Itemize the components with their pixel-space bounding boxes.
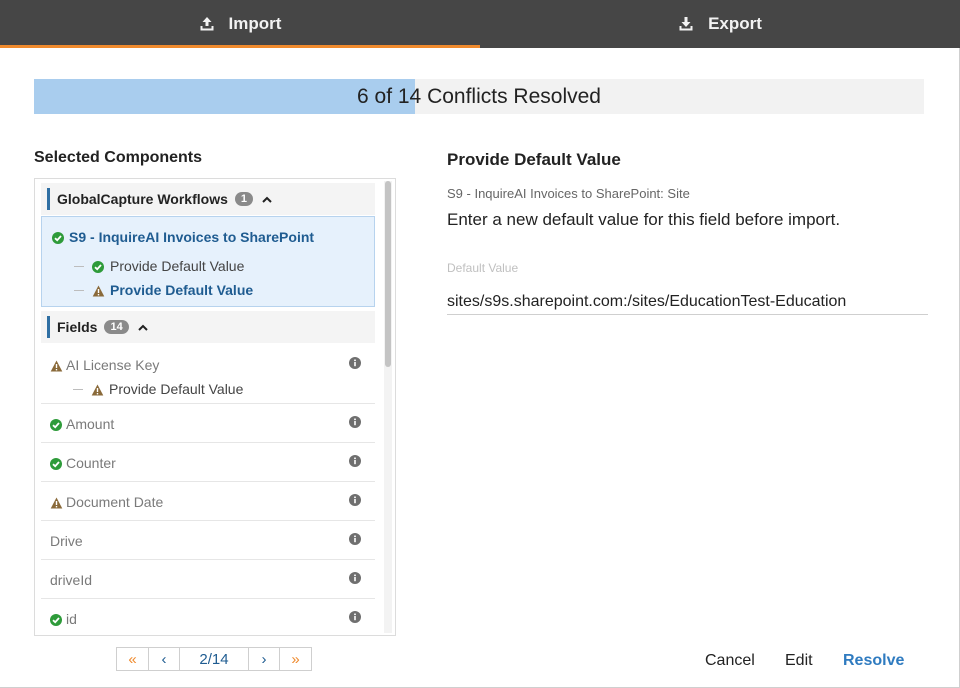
group-label: GlobalCapture Workflows <box>57 191 228 207</box>
count-badge: 1 <box>234 192 253 206</box>
tab-export[interactable]: Export <box>480 0 960 48</box>
default-value-input[interactable] <box>447 290 928 315</box>
field-row-id[interactable]: id <box>41 599 375 635</box>
warning-icon <box>91 383 104 396</box>
subitem-label: Provide Default Value <box>110 282 254 298</box>
info-icon[interactable] <box>349 532 361 548</box>
upload-icon <box>199 16 215 32</box>
edit-button[interactable]: Edit <box>785 652 813 670</box>
warning-icon <box>50 496 63 509</box>
workflow-subitem-selected[interactable]: Provide Default Value <box>74 282 253 298</box>
field-row-ai-license-key[interactable]: AI License Key Provide Default Value <box>41 343 375 404</box>
field-label: id <box>66 611 77 627</box>
tab-export-label: Export <box>708 14 762 33</box>
info-icon[interactable] <box>349 415 361 431</box>
chevron-up-icon[interactable] <box>137 321 149 333</box>
progress-text: 6 of 14 Conflicts Resolved <box>357 85 601 108</box>
workflow-item-selected: S9 - InquireAI Invoices to SharePoint Pr… <box>41 216 375 307</box>
field-row-counter[interactable]: Counter <box>41 443 375 482</box>
scrollbar-thumb[interactable] <box>385 181 391 367</box>
tree-scrollbar[interactable] <box>384 181 392 633</box>
info-icon[interactable] <box>349 571 361 587</box>
info-icon[interactable] <box>349 610 361 626</box>
field-row-driveid[interactable]: driveId <box>41 560 375 599</box>
components-tree: GlobalCapture Workflows 1 S9 - InquireAI… <box>34 178 396 636</box>
tree-connector <box>74 289 84 291</box>
field-label: Amount <box>66 416 115 432</box>
field-label: driveId <box>50 572 93 588</box>
field-row-document-date[interactable]: Document Date <box>41 482 375 521</box>
conflict-path: S9 - InquireAI Invoices to SharePoint: S… <box>447 186 690 201</box>
tab-import[interactable]: Import <box>0 0 480 48</box>
download-icon <box>678 16 694 32</box>
selected-components-title: Selected Components <box>34 149 203 166</box>
default-value-label: Default Value <box>447 261 519 275</box>
group-globalcapture-workflows[interactable]: GlobalCapture Workflows 1 <box>41 183 375 215</box>
check-circle-icon <box>92 260 104 273</box>
top-tab-bar: Import Export <box>0 0 960 48</box>
info-icon[interactable] <box>349 454 361 470</box>
count-badge: 14 <box>104 320 129 334</box>
workflow-subitem[interactable]: Provide Default Value <box>74 258 244 274</box>
resolve-button[interactable]: Resolve <box>843 652 904 670</box>
subitem-label: Provide Default Value <box>109 381 244 397</box>
field-label: Drive <box>50 533 83 549</box>
field-label: AI License Key <box>66 357 160 373</box>
field-row-drive[interactable]: Drive <box>41 521 375 560</box>
tree-connector <box>74 265 84 267</box>
workflow-item[interactable]: S9 - InquireAI Invoices to SharePoint <box>52 229 314 245</box>
conflicts-progress-bar: 6 of 14 Conflicts Resolved <box>34 79 924 114</box>
check-circle-icon <box>50 457 62 470</box>
field-subitem[interactable]: Provide Default Value <box>73 381 243 397</box>
prev-page-button[interactable]: ‹ <box>148 647 180 671</box>
tree-connector <box>73 388 83 390</box>
warning-icon <box>92 284 105 297</box>
group-label: Fields <box>57 319 98 335</box>
chevron-up-icon[interactable] <box>261 193 273 205</box>
tab-import-label: Import <box>228 14 282 33</box>
panel-title: Provide Default Value <box>447 150 621 169</box>
workflow-item-label: S9 - InquireAI Invoices to SharePoint <box>69 229 315 245</box>
field-label: Document Date <box>66 494 164 510</box>
check-circle-icon <box>50 418 62 431</box>
field-label: Counter <box>66 455 116 471</box>
warning-icon <box>50 359 63 372</box>
group-fields[interactable]: Fields 14 <box>41 311 375 343</box>
subitem-label: Provide Default Value <box>110 258 245 274</box>
conflict-description: Enter a new default value for this field… <box>447 210 841 229</box>
page-indicator[interactable]: 2/14 <box>179 647 249 671</box>
check-circle-icon <box>50 613 62 626</box>
cancel-button[interactable]: Cancel <box>705 652 755 670</box>
pagination: « ‹ 2/14 › » <box>116 647 312 671</box>
info-icon[interactable] <box>349 493 361 509</box>
next-page-button[interactable]: › <box>248 647 280 671</box>
field-row-amount[interactable]: Amount <box>41 404 375 443</box>
last-page-button[interactable]: » <box>279 647 312 671</box>
check-circle-icon <box>52 231 64 244</box>
first-page-button[interactable]: « <box>116 647 149 671</box>
info-icon[interactable] <box>349 356 361 372</box>
